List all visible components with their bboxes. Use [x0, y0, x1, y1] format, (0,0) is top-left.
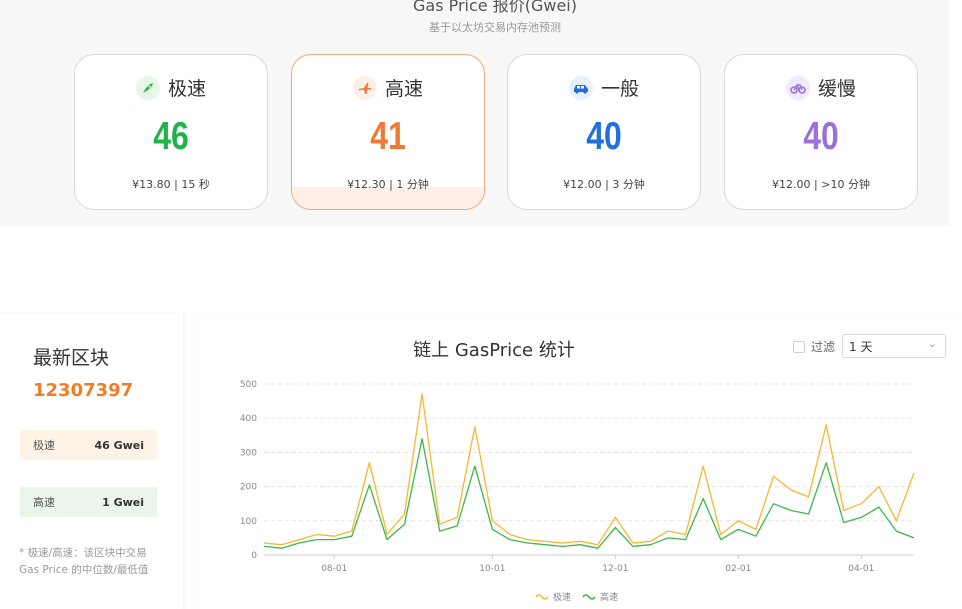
y-tick-label: 500: [240, 380, 257, 390]
chevron-down-icon: ⌄: [927, 337, 937, 350]
filter-checkbox[interactable]: [793, 341, 805, 353]
card-normal[interactable]: 一般 40 ¥12.00 | 3 分钟: [507, 54, 701, 210]
latest-block-panel: 最新区块 12307397 极速 46 Gwei 高速 1 Gwei * 极速/…: [0, 313, 183, 609]
card-label: 高速: [384, 78, 423, 100]
stat-value: 1 Gwei: [102, 495, 144, 509]
x-tick-label: 04-01: [848, 564, 874, 574]
latest-block-note: * 极速/高速：该区块中交易 Gas Price 的中位数/最低值: [19, 547, 149, 576]
card-value: 40: [586, 115, 622, 158]
rocket-icon: [135, 75, 160, 100]
x-tick-label: 02-01: [725, 564, 751, 574]
card-fastest[interactable]: 极速 46 ¥13.80 | 15 秒: [74, 54, 268, 210]
card-meta: ¥13.80 | 15 秒: [132, 178, 210, 191]
range-select-value: 1 天: [849, 340, 873, 354]
x-tick-label: 10-01: [479, 564, 505, 574]
card-label: 极速: [167, 78, 206, 100]
filter-label[interactable]: 过滤: [811, 338, 835, 355]
bicycle-icon: [785, 75, 810, 100]
card-value: 41: [370, 115, 406, 158]
stat-row-fast: 高速 1 Gwei: [20, 487, 157, 517]
card-label: 一般: [600, 78, 639, 100]
y-tick-label: 0: [251, 551, 257, 561]
card-meta: ¥12.00 | 3 分钟: [563, 178, 645, 191]
y-tick-label: 300: [240, 448, 257, 458]
x-tick-label: 12-01: [602, 564, 628, 574]
latest-block-number[interactable]: 12307397: [33, 380, 133, 401]
airplane-icon: [352, 75, 377, 100]
stat-label: 极速: [33, 439, 55, 452]
chart-title: 链上 GasPrice 统计: [413, 340, 575, 361]
gas-price-panel: Gas Price 报价(Gwei) 基于以太坊交易内存池预测 极速 46 ¥1…: [0, 0, 950, 226]
y-tick-label: 100: [240, 517, 257, 527]
stat-label: 高速: [33, 496, 55, 509]
stat-value: 46 Gwei: [94, 438, 144, 452]
x-tick-label: 08-01: [321, 564, 347, 574]
legend-label: 高速: [600, 591, 618, 603]
stat-row-fastest: 极速 46 Gwei: [20, 430, 157, 460]
legend-label: 极速: [553, 591, 571, 603]
gasprice-chart-panel: 0 100 200 300 400 500 08-01 10-01 12-01 02-01 04-0…: [196, 313, 962, 609]
gas-price-subtitle: 基于以太坊交易内存池预测: [429, 21, 561, 34]
series-line-0: [263, 393, 915, 546]
y-tick-label: 400: [240, 414, 257, 424]
car-icon: [568, 75, 593, 100]
range-select[interactable]: 1 天 ⌄: [842, 334, 946, 358]
gas-price-title: Gas Price 报价(Gwei): [412, 0, 577, 15]
card-label: 缓慢: [817, 78, 856, 100]
card-slow[interactable]: 缓慢 40 ¥12.00 | >10 分钟: [724, 54, 918, 210]
legend-swatch: [582, 594, 596, 600]
legend-swatch: [535, 594, 549, 600]
latest-block-title: 最新区块: [33, 347, 110, 369]
card-fast[interactable]: 高速 41 ¥12.30 | 1 分钟: [291, 54, 485, 210]
card-meta: ¥12.00 | >10 分钟: [772, 178, 870, 191]
card-value: 40: [803, 115, 839, 158]
card-value: 46: [153, 115, 189, 158]
y-tick-label: 200: [240, 483, 257, 493]
card-meta: ¥12.30 | 1 分钟: [347, 178, 429, 191]
